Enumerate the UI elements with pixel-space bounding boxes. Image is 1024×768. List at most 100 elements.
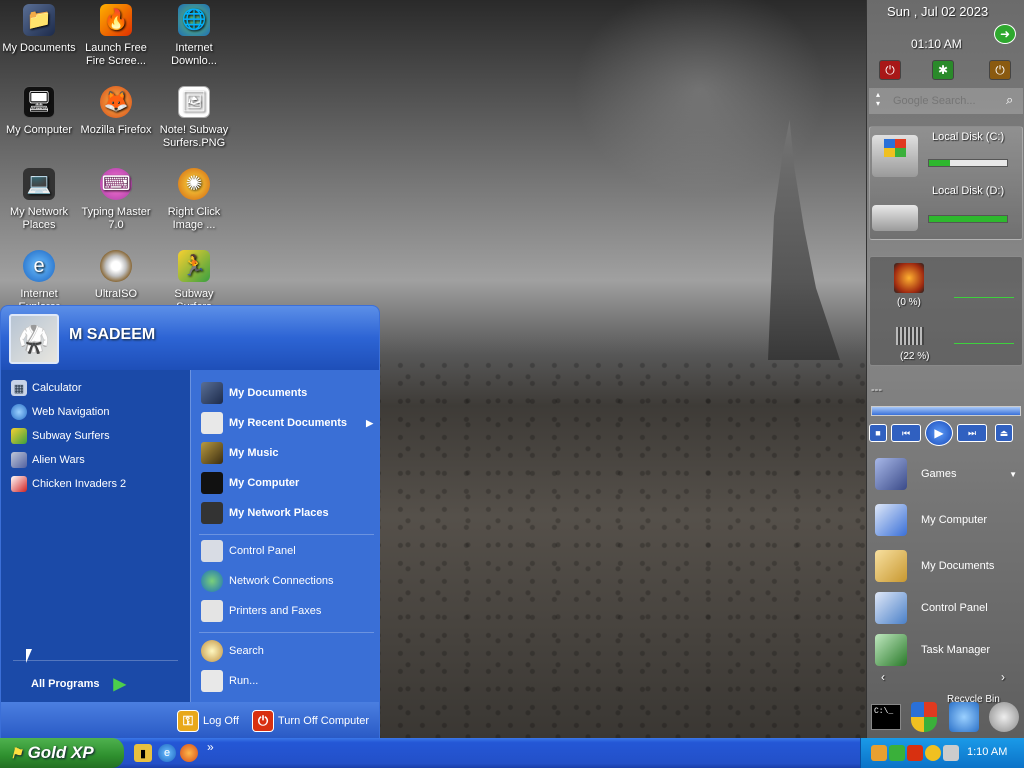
launcher-scroll-right-icon[interactable]: › — [1001, 670, 1005, 684]
network-tray-icon[interactable] — [889, 745, 905, 761]
stop-icon[interactable]: ■ — [869, 424, 887, 442]
calculator-icon: ▦ — [11, 380, 27, 396]
start-logo-icon: ⚑ — [10, 744, 23, 761]
places-my-recent-documents[interactable]: My Recent Documents ▶ — [201, 412, 373, 434]
next-icon[interactable]: ⏭ — [957, 424, 987, 442]
pinned-item-calculator[interactable]: ▦ Calculator — [11, 380, 82, 396]
launcher-control-panel[interactable]: Control Panel — [875, 592, 1021, 624]
shutdown-icon[interactable]: ⏻ — [879, 60, 901, 80]
volume-tray-icon[interactable] — [943, 745, 959, 761]
desktop-icon-internet-download[interactable]: 🌐 Internet Downlo... — [155, 4, 233, 68]
start-menu-footer: ⚿ Log Off ⏻ Turn Off Computer — [1, 702, 379, 738]
start-button-label: Gold XP — [27, 743, 94, 762]
command-prompt-icon[interactable]: C:\_ — [871, 704, 901, 730]
all-programs-button[interactable]: All Programs ▶ — [31, 674, 126, 694]
desktop-icon-my-documents[interactable]: 📁 My Documents — [0, 4, 78, 55]
eject-icon[interactable]: ⏏ — [995, 424, 1013, 442]
taskbar-clock[interactable]: 1:10 AM — [967, 746, 1007, 758]
power-icon[interactable]: ⏻ — [989, 60, 1011, 80]
desktop-icon-typing-master[interactable]: ⌨ Typing Master 7.0 — [77, 168, 155, 232]
typing-master-icon: ⌨ — [100, 168, 132, 200]
disk-c-bar — [928, 159, 1008, 167]
firefox-quicklaunch-icon[interactable] — [180, 744, 198, 762]
start-menu: 🥋 M SADEEM ▦ Calculator Web Navigation S… — [0, 305, 380, 739]
desktop-icon-right-click-image[interactable]: ✺ Right Click Image ... — [155, 168, 233, 232]
magnifier-icon[interactable]: ⌕ — [1006, 92, 1013, 108]
wallpaper-spire — [768, 120, 840, 360]
security-shield-icon[interactable] — [911, 702, 937, 732]
places-label: My Music — [229, 447, 279, 459]
system-tray: 1:10 AM — [860, 738, 1024, 768]
subway-surfers-icon — [11, 428, 27, 444]
pinned-item-alien-wars[interactable]: Alien Wars — [11, 452, 85, 468]
pinned-item-label: Chicken Invaders 2 — [32, 478, 127, 490]
cpu-graph-line — [954, 297, 1014, 298]
submenu-arrow-icon: ▶ — [366, 417, 373, 428]
desktop-icon-firefox[interactable]: 🦊 Mozilla Firefox — [77, 86, 155, 137]
shield-tray-icon[interactable] — [907, 745, 923, 761]
places-my-network-places[interactable]: My Network Places — [201, 502, 329, 524]
arrow-right-icon[interactable]: ➜ — [994, 24, 1016, 44]
speaker-icon[interactable] — [989, 702, 1019, 732]
globe-download-icon: 🌐 — [178, 4, 210, 36]
star-icon[interactable]: ✱ — [932, 60, 954, 80]
start-menu-header: 🥋 M SADEEM — [1, 306, 379, 370]
desktop-icon-free-fire[interactable]: 🔥 Launch Free Fire Scree... — [77, 4, 155, 68]
desktop-icon-label: UltraISO — [94, 288, 138, 300]
dropdown-arrow-icon[interactable]: ▼ — [1009, 470, 1017, 479]
places-my-computer[interactable]: My Computer — [201, 472, 299, 494]
disk-usage-panel: Local Disk (C:) Local Disk (D:) — [869, 126, 1023, 240]
user-name: M SADEEM — [69, 326, 156, 343]
ram-usage: (22 %) — [900, 351, 930, 362]
play-icon[interactable]: ▶ — [925, 420, 953, 446]
places-run[interactable]: Run... — [201, 670, 258, 692]
places-printers-faxes[interactable]: Printers and Faxes — [201, 600, 321, 622]
previous-icon[interactable]: ⏮ — [891, 424, 921, 442]
cpu-usage: (0 %) — [897, 297, 921, 308]
places-label: Network Connections — [229, 575, 334, 587]
log-off-button[interactable]: ⚿ Log Off — [177, 710, 239, 732]
quicklaunch-overflow-icon[interactable]: » — [207, 740, 214, 754]
google-search-input[interactable] — [893, 93, 1005, 109]
launcher-label: Games — [921, 468, 957, 480]
pinned-item-subway-surfers[interactable]: Subway Surfers — [11, 428, 110, 444]
user-avatar[interactable]: 🥋 — [9, 314, 59, 364]
separator — [199, 534, 374, 535]
desktop-icon-my-computer[interactable]: 🖥 My Computer — [0, 86, 78, 137]
search-scroll-icon[interactable]: ▴ ▾ — [876, 90, 880, 108]
launcher-my-documents[interactable]: My Documents — [875, 550, 1021, 582]
monitor-icon — [201, 472, 223, 494]
places-label: Run... — [229, 675, 259, 687]
desktop-icon-ultraiso[interactable]: UltraISO — [77, 250, 155, 301]
launcher-task-manager[interactable]: Task Manager — [875, 634, 1021, 666]
network-globe-icon[interactable] — [949, 702, 979, 732]
launcher-label: My Documents — [921, 560, 995, 572]
places-network-connections[interactable]: Network Connections — [201, 570, 334, 592]
pinned-item-chicken-invaders[interactable]: Chicken Invaders 2 — [11, 476, 126, 492]
launcher-games[interactable]: Games ▼ — [875, 458, 1021, 490]
turn-off-button[interactable]: ⏻ Turn Off Computer — [252, 710, 369, 732]
smiley-tray-icon[interactable] — [925, 745, 941, 761]
turn-off-label: Turn Off Computer — [278, 715, 370, 727]
launcher-label: Control Panel — [921, 602, 988, 614]
ie-quicklaunch-icon[interactable]: e — [158, 744, 176, 762]
pinned-item-web-navigation[interactable]: Web Navigation — [11, 404, 109, 420]
music-folder-icon — [201, 442, 223, 464]
monitor-tray-icon[interactable] — [871, 745, 887, 761]
folder-quicklaunch-icon[interactable]: ▮ — [134, 744, 152, 762]
launcher-my-computer[interactable]: My Computer — [875, 504, 1021, 536]
start-menu-right-pane: My Documents My Recent Documents ▶ My Mu… — [190, 370, 379, 702]
places-my-documents[interactable]: My Documents — [201, 382, 307, 404]
start-button[interactable]: ⚑ Gold XP — [0, 738, 124, 768]
desktop-icon-label: Typing Master 7.0 — [81, 206, 151, 231]
places-control-panel[interactable]: Control Panel — [201, 540, 296, 562]
places-my-music[interactable]: My Music — [201, 442, 279, 464]
windows-logo-icon — [884, 139, 906, 157]
all-programs-label: All Programs — [31, 678, 100, 690]
player-seek-bar[interactable] — [871, 406, 1021, 416]
desktop-icon-label: Note! Subway Surfers.PNG — [159, 124, 229, 149]
desktop-icon-subway-note[interactable]: 🖼 Note! Subway Surfers.PNG — [155, 86, 233, 150]
places-search[interactable]: Search — [201, 640, 264, 662]
desktop-icon-network-places[interactable]: 💻 My Network Places — [0, 168, 78, 232]
launcher-scroll-left-icon[interactable]: ‹ — [881, 670, 885, 684]
